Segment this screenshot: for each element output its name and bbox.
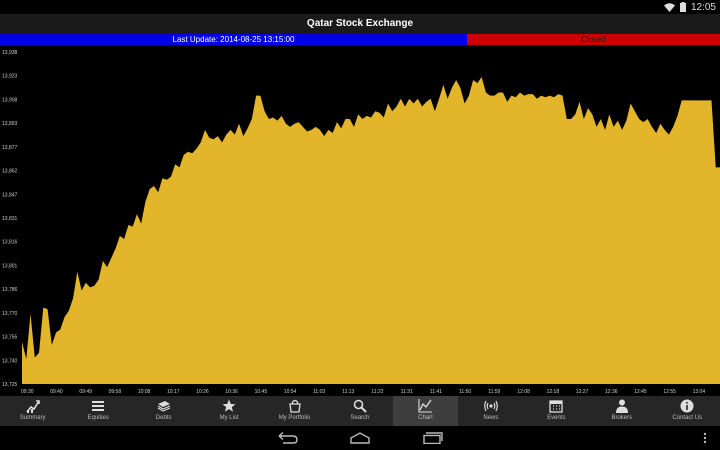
y-tick-label: 13,770 xyxy=(2,311,18,317)
tab-brokers[interactable]: Brokers xyxy=(589,396,654,426)
index-area-chart[interactable]: 13,938 13,923 13,908 13,893 13,877 13,862 13,8… xyxy=(0,46,720,396)
y-axis-ticks: 13,938 13,923 13,908 13,893 13,877 13,862 13,8… xyxy=(2,50,18,388)
tab-label: Equities xyxy=(87,415,109,421)
home-button[interactable] xyxy=(346,430,374,446)
y-tick-label: 13,847 xyxy=(2,192,18,198)
app-title-bar: Qatar Stock Exchange xyxy=(0,14,720,35)
y-tick-label: 13,923 xyxy=(2,74,18,80)
tab-label: News xyxy=(483,415,499,421)
battery-icon xyxy=(679,2,686,12)
x-tick-label: 12:45 xyxy=(634,389,647,395)
x-tick-label: 10:45 xyxy=(255,389,268,395)
wifi-icon xyxy=(663,2,675,12)
index-area xyxy=(22,76,720,384)
clock-time: 12:05 xyxy=(690,1,716,13)
x-tick-label: 11:13 xyxy=(342,389,354,395)
x-tick-label: 12:55 xyxy=(663,389,676,395)
y-tick-label: 13,938 xyxy=(2,50,18,56)
y-tick-label: 13,725 xyxy=(2,382,18,388)
home-icon xyxy=(350,432,370,444)
last-update-label: Last Update: 2014-08-25 13:15:00 xyxy=(0,34,467,45)
x-tick-label: 10:54 xyxy=(284,389,297,395)
tab-label: Debts xyxy=(155,415,172,421)
app-title: Qatar Stock Exchange xyxy=(306,18,414,29)
search-icon xyxy=(352,398,368,414)
broadcast-icon xyxy=(483,398,499,414)
back-button[interactable] xyxy=(274,430,302,446)
x-tick-label: 09:30 xyxy=(21,389,34,395)
android-nav-bar xyxy=(0,426,720,450)
tab-label: Brokers xyxy=(611,415,633,421)
x-tick-label: 09:58 xyxy=(109,389,122,395)
tab-label: Events xyxy=(547,415,566,421)
overflow-menu-button[interactable] xyxy=(696,430,714,446)
x-tick-label: 12:27 xyxy=(576,389,589,395)
status-icons: 12:05 xyxy=(663,0,716,14)
tab-debts[interactable]: Debts xyxy=(131,396,196,426)
y-tick-label: 13,877 xyxy=(2,145,18,151)
tab-my-portfolio[interactable]: My Portfolio xyxy=(262,396,327,426)
x-tick-label: 11:50 xyxy=(459,389,471,395)
tab-label: Contact Us xyxy=(672,415,703,421)
x-tick-label: 11:31 xyxy=(401,389,413,395)
y-tick-label: 13,816 xyxy=(2,240,18,246)
overflow-menu-icon xyxy=(703,432,707,444)
status-bar: 12:05 xyxy=(0,0,720,14)
recents-icon xyxy=(423,432,443,444)
x-tick-label: 13:04 xyxy=(693,389,706,395)
x-tick-label: 12:36 xyxy=(605,389,618,395)
x-tick-label: 09:40 xyxy=(50,389,63,395)
x-tick-label: 09:49 xyxy=(79,389,92,395)
tab-my-list[interactable]: My List xyxy=(196,396,261,426)
tab-chart[interactable]: Chart xyxy=(392,396,459,426)
tab-events[interactable]: Events xyxy=(524,396,589,426)
tab-label: My Portfolio xyxy=(278,415,311,421)
update-row: Last Update: 2014-08-25 13:15:00 Closed xyxy=(0,34,720,45)
summary-chart-icon xyxy=(25,398,41,414)
back-icon xyxy=(278,432,298,444)
x-axis-ticks: 09:30 09:40 09:49 09:58 10:08 10:17 10:26 10:36… xyxy=(21,389,706,395)
x-tick-label: 12:08 xyxy=(517,389,530,395)
money-stack-icon xyxy=(156,398,172,414)
tab-label: Summary xyxy=(19,415,46,421)
tab-label: Search xyxy=(350,415,370,421)
market-status-label: Closed xyxy=(467,34,720,45)
x-tick-label: 11:22 xyxy=(371,389,383,395)
x-tick-label: 10:08 xyxy=(138,389,151,395)
calendar-icon xyxy=(548,398,564,414)
x-tick-label: 11:59 xyxy=(488,389,500,395)
line-chart-icon xyxy=(417,398,433,414)
tab-label: Chart xyxy=(418,415,433,421)
tab-contact-us[interactable]: Contact Us xyxy=(655,396,720,426)
info-icon xyxy=(679,398,695,414)
person-icon xyxy=(614,398,630,414)
x-tick-label: 10:26 xyxy=(196,389,209,395)
tab-equities[interactable]: Equities xyxy=(65,396,130,426)
y-tick-label: 13,862 xyxy=(2,169,18,175)
x-tick-label: 10:17 xyxy=(167,389,180,395)
tab-news[interactable]: News xyxy=(458,396,523,426)
x-tick-label: 10:36 xyxy=(225,389,238,395)
x-tick-label: 11:03 xyxy=(313,389,325,395)
y-tick-label: 13,908 xyxy=(2,97,18,103)
tab-summary[interactable]: Summary xyxy=(0,396,65,426)
y-tick-label: 13,740 xyxy=(2,358,18,364)
bottom-tab-bar: Summary Equities Debts My List My Portfolio S… xyxy=(0,396,720,426)
star-icon xyxy=(221,398,237,414)
x-tick-label: 11:41 xyxy=(430,389,442,395)
shopping-bag-icon xyxy=(287,398,303,414)
recents-button[interactable] xyxy=(418,430,446,446)
y-tick-label: 13,893 xyxy=(2,121,18,127)
x-tick-label: 12:18 xyxy=(547,389,560,395)
y-tick-label: 13,786 xyxy=(2,287,18,293)
list-icon xyxy=(90,398,106,414)
tab-search[interactable]: Search xyxy=(327,396,392,426)
y-tick-label: 13,831 xyxy=(2,216,18,222)
tab-label: My List xyxy=(219,415,239,421)
y-tick-label: 13,755 xyxy=(2,335,18,341)
y-tick-label: 13,801 xyxy=(2,263,18,269)
